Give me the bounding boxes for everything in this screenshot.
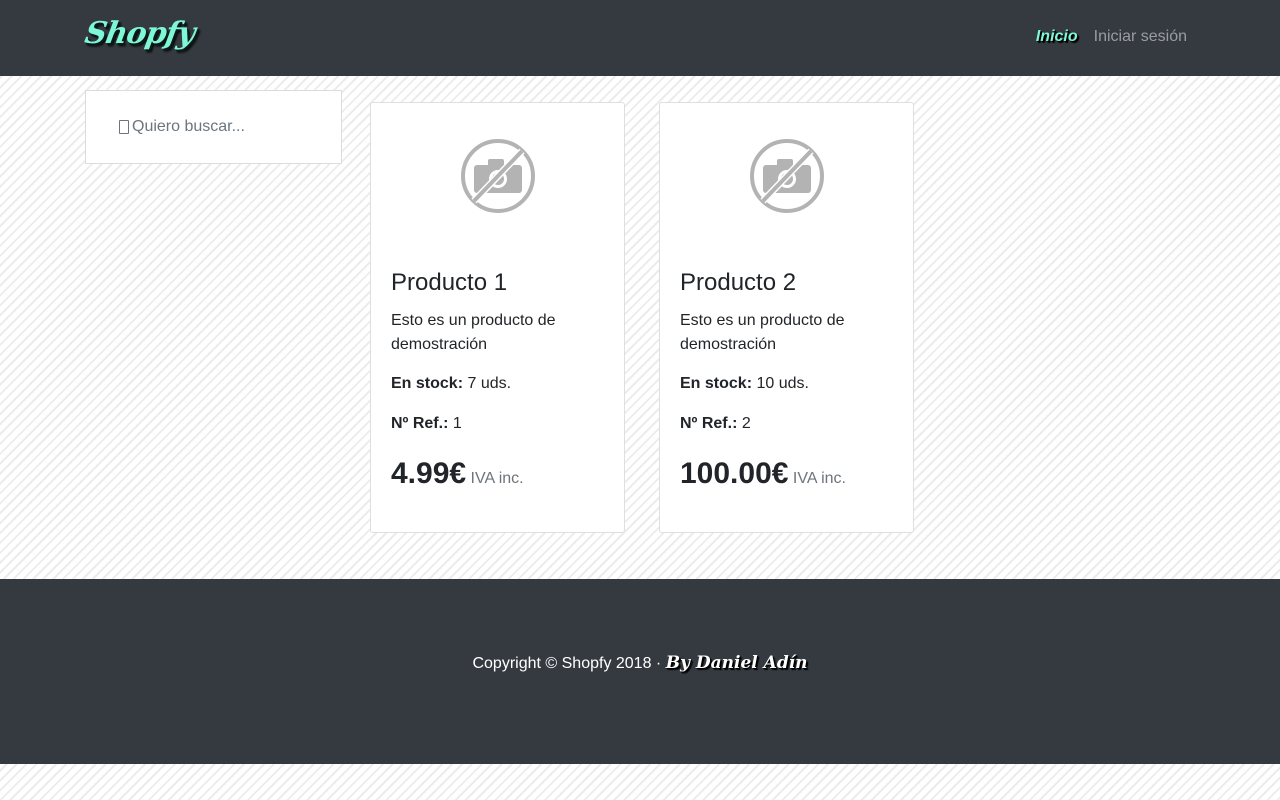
product-ref: Nº Ref.: 2 — [680, 415, 751, 433]
price-note: IVA inc. — [792, 470, 846, 487]
search-input[interactable] — [110, 115, 320, 139]
ref-label: Nº Ref.: — [680, 415, 738, 432]
product-title[interactable]: Producto 2 — [680, 269, 796, 297]
product-price-line: 4.99€ IVA inc. — [391, 457, 524, 491]
footer: Copyright © Shopfy 2018 · By Daniel Adín — [0, 579, 1280, 764]
search-panel — [85, 90, 342, 164]
stock-value: 7 uds. — [467, 375, 512, 392]
ref-value: 1 — [452, 415, 462, 432]
product-price: 4.99€ — [391, 457, 467, 490]
stock-label: En stock: — [680, 375, 753, 392]
nav-link-iniciar-sesion[interactable]: Iniciar sesión — [1094, 28, 1187, 46]
ref-label: Nº Ref.: — [391, 415, 449, 432]
product-price: 100.00€ — [680, 457, 789, 490]
stock-label: En stock: — [391, 375, 464, 392]
navbar: Shopfy Inicio Iniciar sesión — [0, 0, 1280, 76]
no-photo-icon — [750, 139, 824, 213]
product-ref: Nº Ref.: 1 — [391, 415, 462, 433]
copyright-text: Copyright © Shopfy 2018 · — [472, 655, 666, 672]
product-description: Esto es un producto de demostración — [680, 312, 845, 353]
main-nav: Inicio Iniciar sesión — [1036, 28, 1187, 46]
product-card[interactable]: Producto 2 Esto es un producto de demost… — [659, 102, 914, 533]
no-photo-icon — [461, 139, 535, 213]
product-price-line: 100.00€ IVA inc. — [680, 457, 846, 491]
ref-value: 2 — [741, 415, 751, 432]
product-title[interactable]: Producto 1 — [391, 269, 507, 297]
brand-logo[interactable]: Shopfy — [80, 16, 197, 66]
product-stock: En stock: 7 uds. — [391, 375, 511, 393]
stock-value: 10 uds. — [756, 375, 809, 392]
author-credit: By Daniel Adín — [665, 653, 808, 673]
product-description: Esto es un producto de demostración — [391, 312, 556, 353]
nav-link-inicio[interactable]: Inicio — [1036, 28, 1078, 46]
product-stock: En stock: 10 uds. — [680, 375, 809, 393]
footer-text: Copyright © Shopfy 2018 · By Daniel Adín — [0, 653, 1280, 673]
price-note: IVA inc. — [470, 470, 524, 487]
product-card[interactable]: Producto 1 Esto es un producto de demost… — [370, 102, 625, 533]
